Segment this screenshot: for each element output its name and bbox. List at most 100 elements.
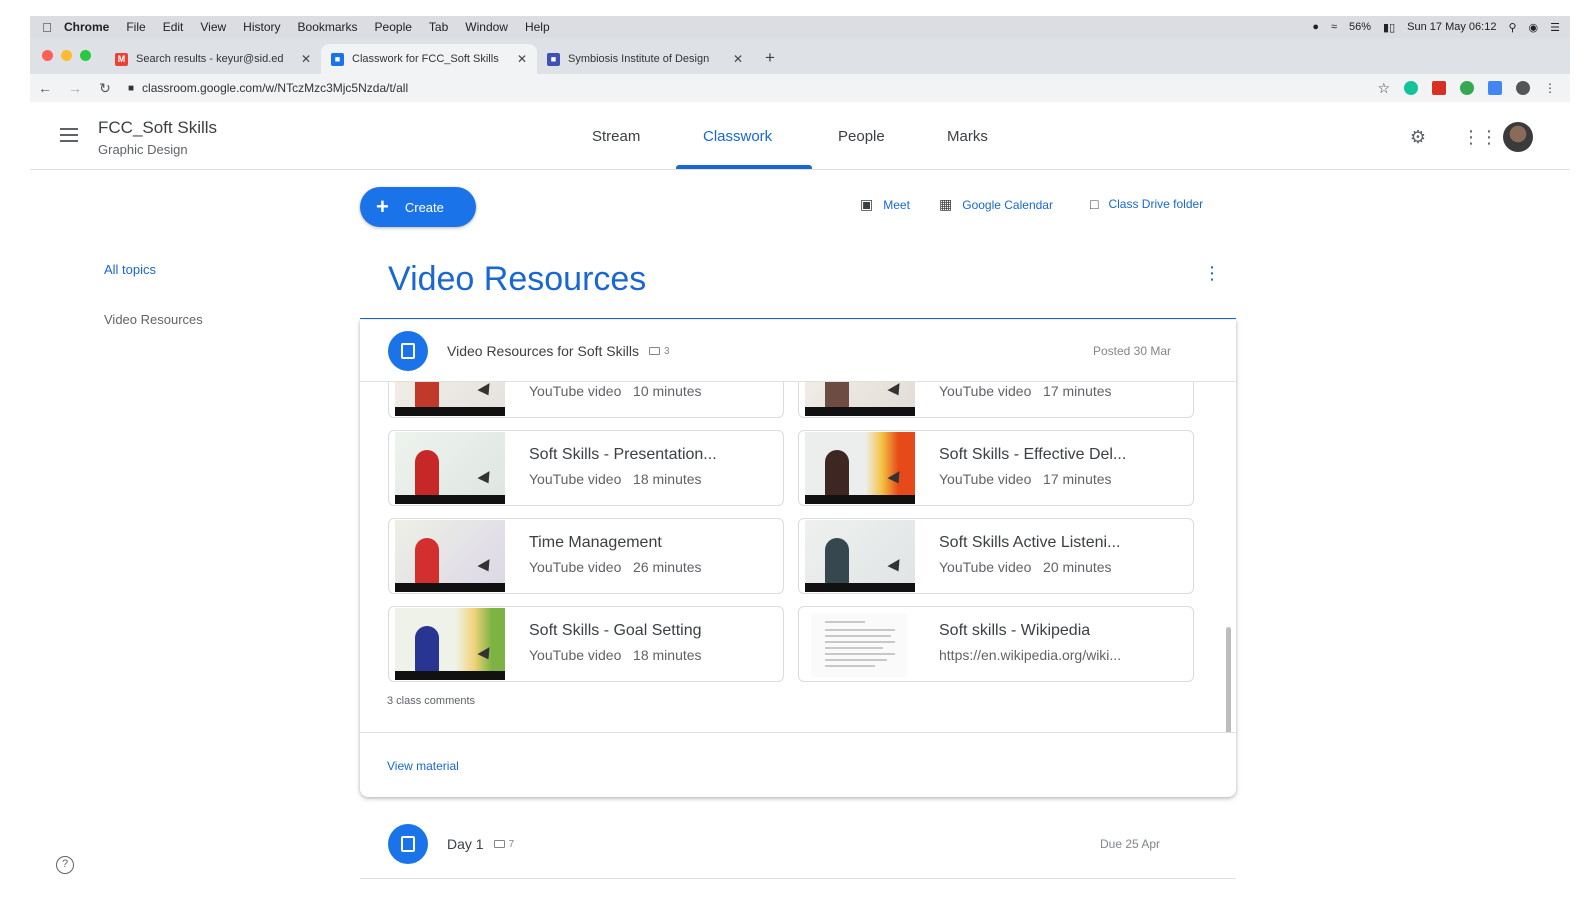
- lock-icon[interactable]: ■: [128, 83, 134, 94]
- material-title-row[interactable]: Video Resources for Soft Skills 3: [447, 343, 670, 359]
- topic-divider: [360, 318, 1236, 319]
- video-thumbnail: [395, 382, 505, 416]
- folder-icon: □: [1090, 196, 1099, 212]
- google-calendar-link[interactable]: ▦ Google Calendar: [939, 196, 1053, 213]
- control-list-icon[interactable]: ☰: [1550, 21, 1560, 34]
- menu-history[interactable]: History: [243, 20, 280, 34]
- attachment-card[interactable]: Soft Skills - Presentation... YouTube vi…: [388, 430, 784, 506]
- attachment-card[interactable]: Soft Skills Active Listeni... YouTube vi…: [798, 518, 1194, 594]
- topic-video-resources[interactable]: Video Resources: [104, 312, 203, 327]
- video-camera-icon: ▣: [860, 196, 874, 212]
- menu-people[interactable]: People: [375, 20, 412, 34]
- menu-file[interactable]: File: [126, 20, 145, 34]
- menu-help[interactable]: Help: [525, 20, 550, 34]
- apple-icon[interactable]: : [30, 20, 64, 35]
- tab-classwork[interactable]: Classwork: [703, 128, 772, 145]
- profile-avatar[interactable]: [1516, 81, 1530, 95]
- chrome-menu-icon[interactable]: ⋮: [1544, 81, 1556, 95]
- class-name[interactable]: FCC_Soft Skills: [98, 118, 217, 138]
- comment-count-value: 3: [663, 345, 670, 357]
- browser-tab-symbiosis[interactable]: ■ Symbiosis Institute of Design ✕: [537, 44, 753, 74]
- due-date: Due 25 Apr: [1100, 837, 1161, 851]
- meet-link[interactable]: ▣ Meet: [860, 196, 910, 213]
- user-avatar[interactable]: [1503, 122, 1533, 152]
- tab-stream[interactable]: Stream: [592, 128, 640, 145]
- attachment-meta: YouTube video 18 minutes: [529, 647, 702, 663]
- macos-menubar:  Chrome File Edit View History Bookmark…: [30, 16, 1570, 38]
- extension-icon[interactable]: [1488, 81, 1502, 95]
- attachments-scroll-area[interactable]: YouTube video 10 minutes YouTube video 1…: [360, 382, 1236, 732]
- siri-icon[interactable]: ◉: [1529, 21, 1539, 34]
- close-window-icon[interactable]: [42, 50, 53, 61]
- close-tab-icon[interactable]: ✕: [301, 52, 311, 66]
- assignment-icon: [388, 824, 428, 864]
- item-title[interactable]: Day 1: [447, 836, 484, 852]
- attachment-title: Soft Skills - Goal Setting: [529, 622, 702, 639]
- scrollbar[interactable]: [1226, 627, 1231, 732]
- view-material-link[interactable]: View material: [387, 759, 459, 773]
- forward-icon[interactable]: →: [60, 80, 90, 96]
- url-text[interactable]: classroom.google.com/w/NTczMzc3Mjc5Nzda/…: [142, 81, 408, 95]
- tab-people[interactable]: People: [838, 128, 885, 145]
- help-icon[interactable]: ?: [56, 856, 74, 874]
- menu-tab[interactable]: Tab: [429, 20, 448, 34]
- close-tab-icon[interactable]: ✕: [517, 52, 527, 66]
- extension-icon[interactable]: [1460, 81, 1474, 95]
- classroom-header: FCC_Soft Skills Graphic Design Stream Cl…: [30, 102, 1570, 170]
- attachment-meta: YouTube video 10 minutes: [529, 383, 702, 399]
- create-button[interactable]: + Create: [360, 187, 476, 227]
- attachment-meta: YouTube video 17 minutes: [939, 471, 1112, 487]
- grammarly-extension-icon[interactable]: [1404, 81, 1418, 95]
- menu-window[interactable]: Window: [465, 20, 508, 34]
- pdf-extension-icon[interactable]: [1432, 81, 1446, 95]
- tab-marks[interactable]: Marks: [947, 128, 988, 145]
- class-comments-link[interactable]: 3 class comments: [387, 695, 475, 707]
- new-tab-icon[interactable]: +: [753, 48, 787, 74]
- battery-icon[interactable]: ▮▯: [1383, 21, 1395, 34]
- attachment-card[interactable]: Soft Skills - Goal Setting YouTube video…: [388, 606, 784, 682]
- more-options-icon[interactable]: ⋮: [1203, 264, 1221, 282]
- minimize-window-icon[interactable]: [61, 50, 72, 61]
- wifi-icon[interactable]: ≈: [1331, 21, 1337, 33]
- menu-chrome[interactable]: Chrome: [64, 20, 109, 34]
- browser-tab-gmail[interactable]: M Search results - keyur@sid.ed ✕: [105, 44, 321, 74]
- spotlight-search-icon[interactable]: ⚲: [1508, 21, 1516, 34]
- attachment-card[interactable]: YouTube video 10 minutes: [388, 382, 784, 418]
- screen-record-icon[interactable]: ●: [1312, 21, 1319, 33]
- apps-grid-icon[interactable]: ⋮⋮⋮: [1462, 126, 1516, 148]
- clock[interactable]: Sun 17 May 06:12: [1407, 21, 1496, 33]
- gmail-icon: M: [115, 52, 128, 66]
- topic-heading: Video Resources: [388, 260, 647, 298]
- main-menu-icon[interactable]: [60, 128, 78, 146]
- address-bar[interactable]: ■ classroom.google.com/w/NTczMzc3Mjc5Nzd…: [128, 81, 1377, 95]
- video-thumbnail: [395, 520, 505, 592]
- attachment-card[interactable]: YouTube video 17 minutes: [798, 382, 1194, 418]
- menu-edit[interactable]: Edit: [163, 20, 184, 34]
- comment-count: 7: [493, 839, 514, 850]
- attachment-card[interactable]: Time Management YouTube video 26 minutes: [388, 518, 784, 594]
- menu-view[interactable]: View: [200, 20, 226, 34]
- back-icon[interactable]: ←: [30, 80, 60, 96]
- day-1-item[interactable]: Day 1 7: [447, 836, 514, 852]
- class-drive-folder-link[interactable]: □ Class Drive folder: [1090, 196, 1203, 212]
- attachment-meta: YouTube video 18 minutes: [529, 471, 702, 487]
- attachment-meta: YouTube video 26 minutes: [529, 559, 702, 575]
- attachment-meta: YouTube video 20 minutes: [939, 559, 1112, 575]
- classroom-icon: ■: [331, 52, 344, 66]
- topic-all[interactable]: All topics: [104, 262, 156, 277]
- web-page-thumbnail: [811, 613, 907, 677]
- attachment-card[interactable]: Soft skills - Wikipedia https://en.wikip…: [798, 606, 1194, 682]
- attachment-card[interactable]: Soft Skills - Effective Del... YouTube v…: [798, 430, 1194, 506]
- bookmark-star-icon[interactable]: ☆: [1377, 80, 1390, 97]
- zoom-window-icon[interactable]: [80, 50, 91, 61]
- posted-date: Posted 30 Mar: [1092, 344, 1171, 358]
- close-tab-icon[interactable]: ✕: [733, 52, 743, 66]
- reload-icon[interactable]: ↻: [90, 80, 120, 97]
- browser-tab-classroom[interactable]: ■ Classwork for FCC_Soft Skills ✕: [321, 44, 537, 74]
- menu-bookmarks[interactable]: Bookmarks: [298, 20, 358, 34]
- browser-tab-strip: M Search results - keyur@sid.ed ✕ ■ Clas…: [30, 38, 1570, 74]
- attachment-url: https://en.wikipedia.org/wiki...: [939, 647, 1122, 663]
- browser-toolbar: ← → ↻ ■ classroom.google.com/w/NTczMzc3M…: [30, 74, 1570, 102]
- settings-gear-icon[interactable]: ⚙: [1407, 126, 1429, 148]
- material-title[interactable]: Video Resources for Soft Skills: [447, 343, 639, 359]
